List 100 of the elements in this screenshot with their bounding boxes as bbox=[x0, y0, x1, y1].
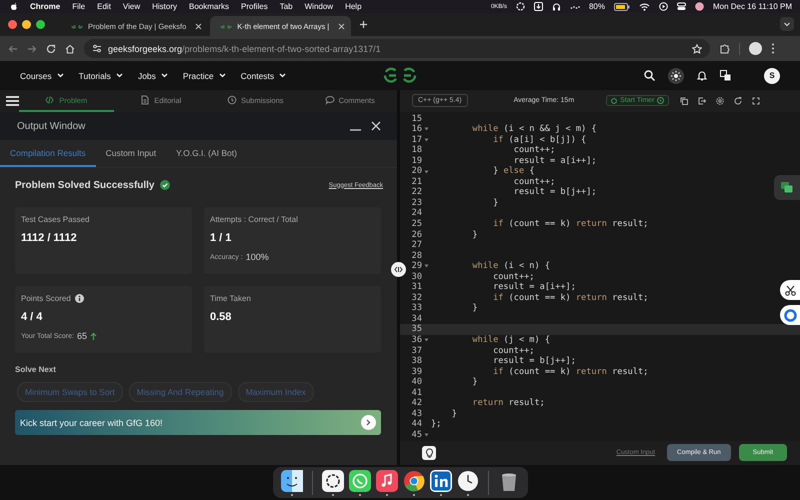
fold-arrow-icon[interactable] bbox=[424, 138, 429, 142]
stat-label: Test Cases Passed bbox=[21, 215, 90, 224]
line-number: 25 bbox=[410, 219, 423, 230]
code-line: } bbox=[471, 377, 478, 388]
play-circle-icon[interactable] bbox=[658, 2, 668, 11]
fold-arrow-icon[interactable] bbox=[424, 170, 429, 174]
menu-icon[interactable] bbox=[6, 96, 19, 106]
line-number: 27 bbox=[410, 240, 423, 251]
bookmark-star-icon[interactable] bbox=[692, 44, 702, 54]
new-tab-icon[interactable] bbox=[359, 20, 368, 29]
stat-value: 4 / 4 bbox=[21, 311, 44, 323]
chat-button[interactable] bbox=[774, 175, 800, 200]
browser-icon[interactable] bbox=[402, 470, 424, 492]
nav-menu[interactable]: Jobs bbox=[138, 70, 168, 80]
fold-arrow-icon[interactable] bbox=[424, 433, 429, 438]
menu-item[interactable]: File bbox=[72, 2, 86, 11]
output-tab[interactable]: Custom Input bbox=[96, 140, 166, 167]
promo-banner[interactable]: Kick start your career with GfG 160! bbox=[15, 410, 381, 435]
site-logo-icon[interactable] bbox=[383, 67, 417, 84]
menu-item[interactable]: Window bbox=[304, 2, 334, 11]
line-number: 42 bbox=[410, 398, 423, 409]
menu-item[interactable]: Tab bbox=[280, 2, 293, 11]
fold-arrow-icon[interactable] bbox=[424, 127, 429, 132]
square-logo-icon[interactable] bbox=[430, 470, 452, 492]
chevron-down-icon bbox=[160, 73, 168, 78]
refresh-icon[interactable] bbox=[734, 96, 742, 105]
scissors-button[interactable] bbox=[780, 280, 800, 300]
user-avatar[interactable]: S bbox=[764, 68, 780, 84]
line-number: 29 bbox=[410, 261, 423, 272]
settings-icon[interactable] bbox=[716, 96, 724, 105]
tune-icon[interactable] bbox=[92, 44, 102, 53]
headphones-icon[interactable] bbox=[552, 2, 561, 11]
info-icon[interactable] bbox=[74, 294, 84, 303]
knot-icon[interactable] bbox=[516, 2, 525, 11]
translate-icon[interactable] bbox=[720, 70, 731, 81]
timer-icon bbox=[611, 98, 618, 104]
wifi-icon[interactable] bbox=[638, 2, 650, 10]
code-line: result = b[j++]; bbox=[492, 356, 576, 367]
tab-list-icon[interactable] bbox=[780, 17, 794, 31]
close-icon[interactable] bbox=[371, 121, 381, 131]
close-tab-icon[interactable] bbox=[195, 22, 202, 30]
chevron-down-icon bbox=[56, 73, 64, 78]
profile-circle-icon[interactable] bbox=[694, 2, 704, 11]
music-note-icon[interactable] bbox=[376, 470, 398, 492]
expand-icon[interactable] bbox=[752, 96, 760, 105]
menu-item[interactable]: View bbox=[122, 2, 140, 11]
more-menu-icon[interactable] bbox=[771, 43, 775, 54]
profile-avatar[interactable] bbox=[749, 42, 762, 55]
address-bar[interactable]: geeksforgeeks.org/problems/k-th-element-of-two-sorted-array1317/1 bbox=[84, 39, 710, 58]
theme-toggle[interactable] bbox=[668, 68, 684, 84]
line-number: 38 bbox=[410, 356, 423, 367]
output-window-title: Output Window bbox=[17, 120, 86, 132]
bell-icon[interactable] bbox=[697, 70, 707, 81]
close-window-button[interactable] bbox=[8, 20, 17, 29]
nav-menu[interactable]: Practice bbox=[182, 70, 226, 80]
nav-menu[interactable]: Tutorials bbox=[78, 70, 123, 80]
app-menu[interactable]: Chrome bbox=[30, 2, 60, 11]
nav-menu[interactable]: Courses bbox=[20, 70, 64, 80]
code-line: if (count == k) return result; bbox=[492, 366, 648, 378]
back-icon[interactable] bbox=[8, 44, 18, 54]
extensions-icon[interactable] bbox=[719, 43, 730, 54]
code-line: result = b[j++]; bbox=[512, 187, 597, 198]
zoom-window-button[interactable] bbox=[36, 20, 45, 29]
chevron-right-icon bbox=[366, 419, 371, 426]
box-arrow-icon[interactable] bbox=[698, 96, 706, 105]
menu-item[interactable]: Bookmarks bbox=[189, 2, 230, 11]
fold-arrow-icon[interactable] bbox=[424, 264, 429, 268]
nav-menu[interactable]: Contests bbox=[240, 70, 286, 80]
line-number: 34 bbox=[410, 314, 423, 324]
chat-bubble-icon[interactable] bbox=[348, 470, 370, 492]
line-number: 23 bbox=[410, 198, 423, 208]
home-icon[interactable] bbox=[65, 44, 75, 54]
forward-icon[interactable] bbox=[27, 44, 37, 54]
line-number: 39 bbox=[410, 366, 423, 378]
clock-icon[interactable] bbox=[456, 470, 478, 492]
menu-item[interactable]: Edit bbox=[97, 2, 111, 11]
banner-arrow-button[interactable] bbox=[361, 415, 376, 430]
code-line: result = a[i++]; bbox=[512, 156, 597, 166]
output-tab[interactable]: Compilation Results bbox=[0, 140, 96, 167]
code-line: } bbox=[471, 230, 478, 240]
face-icon[interactable] bbox=[280, 470, 302, 492]
battery-percent: 80% bbox=[588, 2, 605, 11]
theme-button[interactable] bbox=[422, 446, 436, 460]
knot-icon[interactable] bbox=[322, 470, 344, 492]
minimize-window-button[interactable] bbox=[22, 20, 31, 29]
menu-item[interactable]: Profiles bbox=[241, 2, 268, 11]
toggles-icon[interactable] bbox=[676, 2, 686, 11]
code-line: } bbox=[450, 408, 457, 420]
menu-item[interactable]: Help bbox=[345, 2, 362, 11]
menu-clock[interactable]: Mon Dec 16 11:10 PM bbox=[712, 2, 792, 11]
reload-icon[interactable] bbox=[46, 44, 56, 54]
fold-arrow-icon[interactable] bbox=[424, 338, 429, 342]
search-icon[interactable] bbox=[644, 70, 655, 81]
output-tab[interactable]: Y.O.G.I. (AI Bot) bbox=[166, 140, 247, 167]
assistant-button[interactable] bbox=[780, 305, 800, 325]
download-icon[interactable] bbox=[534, 2, 543, 11]
close-tab-icon[interactable] bbox=[338, 22, 346, 30]
battery-icon[interactable] bbox=[614, 2, 630, 10]
copy-icon[interactable] bbox=[680, 96, 688, 105]
menu-item[interactable]: History bbox=[152, 2, 178, 11]
